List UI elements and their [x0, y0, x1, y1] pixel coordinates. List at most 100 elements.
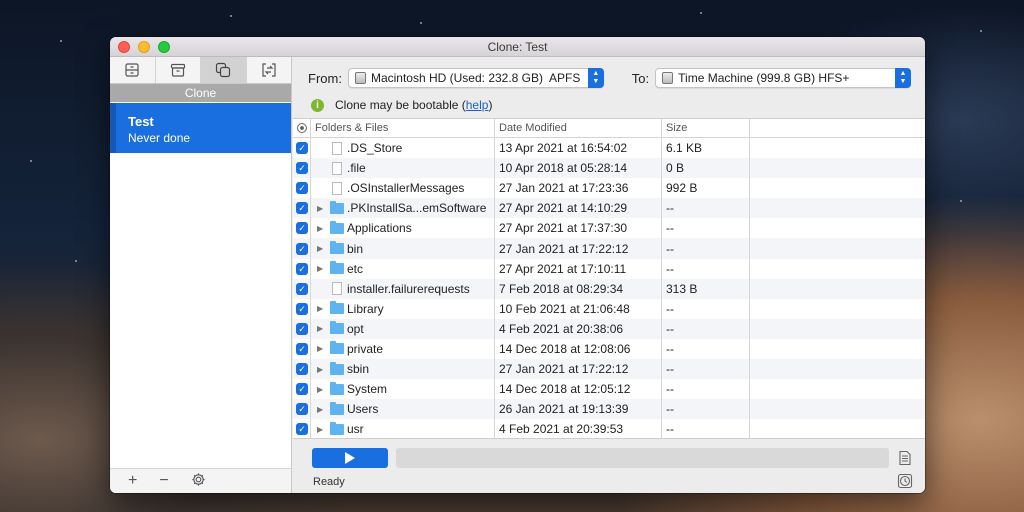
sidebar-footer: + −	[110, 468, 291, 493]
row-checkbox[interactable]: ✓	[296, 262, 308, 275]
row-checkbox[interactable]: ✓	[296, 363, 308, 376]
date-modified-cell: 26 Jan 2021 at 19:13:39	[495, 399, 662, 420]
disclosure-triangle-icon[interactable]: ▶	[317, 425, 329, 434]
select-column-header[interactable]	[293, 119, 311, 137]
add-task-button[interactable]: +	[128, 473, 137, 489]
row-checkbox-cell: ✓	[293, 419, 311, 440]
file-name-cell: ▶ bin	[311, 238, 495, 259]
disclosure-triangle-icon[interactable]: ▶	[317, 405, 329, 414]
table-row[interactable]: ✓ installer.failurerequests 7 Feb 2018 at …	[293, 278, 925, 299]
date-modified-cell: 27 Jan 2021 at 17:23:36	[495, 178, 662, 199]
table-row[interactable]: ✓ ▶ Applications 27 Apr 2021 at 17:37:30 --	[293, 218, 925, 239]
column-header-date[interactable]: Date Modified	[495, 119, 662, 137]
table-row[interactable]: ✓ ▶ .PKInstallSa...emSoftware 27 Apr 2021 a…	[293, 198, 925, 219]
disclosure-triangle-icon[interactable]: ▶	[317, 204, 329, 213]
table-row[interactable]: ✓ ▶ opt 4 Feb 2021 at 20:38:06 --	[293, 318, 925, 339]
row-checkbox-cell: ✓	[293, 338, 311, 360]
folder-icon	[330, 261, 344, 275]
row-checkbox-cell: ✓	[293, 379, 311, 400]
table-row[interactable]: ✓ ▶ etc 27 Apr 2021 at 17:10:11 --	[293, 258, 925, 279]
table-row[interactable]: ✓ ▶ Users 26 Jan 2021 at 19:13:39 --	[293, 399, 925, 420]
run-button[interactable]	[312, 448, 388, 468]
row-checkbox[interactable]: ✓	[296, 403, 308, 416]
disclosure-triangle-icon[interactable]: ▶	[317, 344, 329, 353]
archive-box-icon	[170, 63, 185, 77]
row-checkbox[interactable]: ✓	[296, 222, 308, 235]
task-item-test[interactable]: Test Never done	[110, 103, 291, 153]
row-checkbox[interactable]: ✓	[296, 202, 308, 215]
table-row[interactable]: ✓ .DS_Store 13 Apr 2021 at 16:54:02 6.1 KB	[293, 138, 925, 159]
file-name-cell: ▶ System	[311, 379, 495, 400]
date-modified-cell: 4 Feb 2021 at 20:39:53	[495, 419, 662, 440]
history-clock-icon[interactable]	[897, 473, 913, 489]
row-checkbox-cell: ✓	[293, 238, 311, 259]
tab-clone[interactable]	[201, 57, 247, 83]
tab-sync[interactable]	[247, 57, 292, 83]
folder-icon	[330, 301, 344, 315]
row-checkbox[interactable]: ✓	[296, 242, 308, 255]
empty-cell	[750, 379, 925, 399]
radio-target-icon	[297, 123, 307, 133]
row-checkbox[interactable]: ✓	[296, 383, 308, 396]
size-cell: 0 B	[662, 158, 750, 179]
row-checkbox[interactable]: ✓	[296, 162, 308, 175]
help-link[interactable]: help	[466, 98, 489, 112]
row-checkbox-cell: ✓	[293, 138, 311, 159]
zoom-window-button[interactable]	[158, 41, 170, 53]
file-name-cell: .OSInstallerMessages	[311, 178, 495, 199]
disclosure-triangle-icon[interactable]: ▶	[317, 244, 329, 253]
row-checkbox-cell: ✓	[293, 298, 311, 319]
disclosure-triangle-icon[interactable]: ▶	[317, 224, 329, 233]
size-cell: --	[662, 198, 750, 219]
row-checkbox[interactable]: ✓	[296, 342, 308, 355]
tab-archive[interactable]	[156, 57, 201, 83]
close-window-button[interactable]	[118, 41, 130, 53]
from-disk-popup[interactable]: Macintosh HD (Used: 232.8 GB) APFS ▲ ▼	[347, 68, 604, 88]
row-checkbox[interactable]: ✓	[296, 302, 308, 315]
file-table: Folders & Files Date Modified Size ✓ .DS_…	[293, 118, 925, 440]
settings-button[interactable]	[191, 472, 206, 491]
empty-cell	[750, 259, 925, 279]
bootable-info: i Clone may be bootable (help)	[311, 98, 492, 112]
empty-cell	[750, 158, 925, 178]
row-checkbox[interactable]: ✓	[296, 322, 308, 335]
table-row[interactable]: ✓ ▶ private 14 Dec 2018 at 12:08:06 --	[293, 338, 925, 360]
table-row[interactable]: ✓ ▶ Library 10 Feb 2021 at 21:06:48 --	[293, 298, 925, 319]
task-status: Never done	[128, 131, 191, 145]
gear-icon	[192, 472, 205, 486]
column-header-size[interactable]: Size	[662, 119, 750, 137]
empty-cell	[750, 218, 925, 238]
column-header-files[interactable]: Folders & Files	[311, 119, 495, 137]
disclosure-triangle-icon[interactable]: ▶	[317, 365, 329, 374]
row-checkbox[interactable]: ✓	[296, 182, 308, 195]
disclosure-triangle-icon[interactable]: ▶	[317, 324, 329, 333]
table-row[interactable]: ✓ ▶ usr 4 Feb 2021 at 20:39:53 --	[293, 419, 925, 440]
table-row[interactable]: ✓ .file 10 Apr 2018 at 05:28:14 0 B	[293, 158, 925, 179]
file-name: Applications	[347, 221, 412, 236]
main-panel: From: Macintosh HD (Used: 232.8 GB) APFS…	[293, 57, 925, 493]
date-modified-cell: 27 Jan 2021 at 17:22:12	[495, 359, 662, 380]
table-row[interactable]: ✓ .OSInstallerMessages 27 Jan 2021 at 17:2…	[293, 178, 925, 199]
file-name: .DS_Store	[347, 141, 403, 156]
disclosure-triangle-icon[interactable]: ▶	[317, 304, 329, 313]
bootable-text-suffix: )	[488, 98, 493, 112]
row-checkbox[interactable]: ✓	[296, 142, 308, 155]
hard-disk-icon	[354, 72, 366, 84]
remove-task-button[interactable]: −	[159, 473, 168, 489]
to-disk-popup[interactable]: Time Machine (999.8 GB) HFS+ ▲ ▼	[655, 68, 911, 88]
table-row[interactable]: ✓ ▶ bin 27 Jan 2021 at 17:22:12 --	[293, 238, 925, 259]
disclosure-triangle-icon[interactable]: ▶	[317, 264, 329, 273]
file-name: etc	[347, 261, 364, 276]
table-row[interactable]: ✓ ▶ System 14 Dec 2018 at 12:05:12 --	[293, 379, 925, 400]
log-document-icon[interactable]	[897, 450, 913, 466]
empty-cell	[750, 339, 925, 359]
tab-drawer[interactable]	[110, 57, 156, 83]
row-checkbox[interactable]: ✓	[296, 282, 308, 295]
file-name: Library	[347, 301, 384, 316]
folder-icon	[330, 421, 344, 435]
minimize-window-button[interactable]	[138, 41, 150, 53]
row-checkbox[interactable]: ✓	[296, 423, 308, 436]
table-row[interactable]: ✓ ▶ sbin 27 Jan 2021 at 17:22:12 --	[293, 359, 925, 380]
disclosure-triangle-icon[interactable]: ▶	[317, 385, 329, 394]
hard-disk-icon	[662, 72, 674, 84]
